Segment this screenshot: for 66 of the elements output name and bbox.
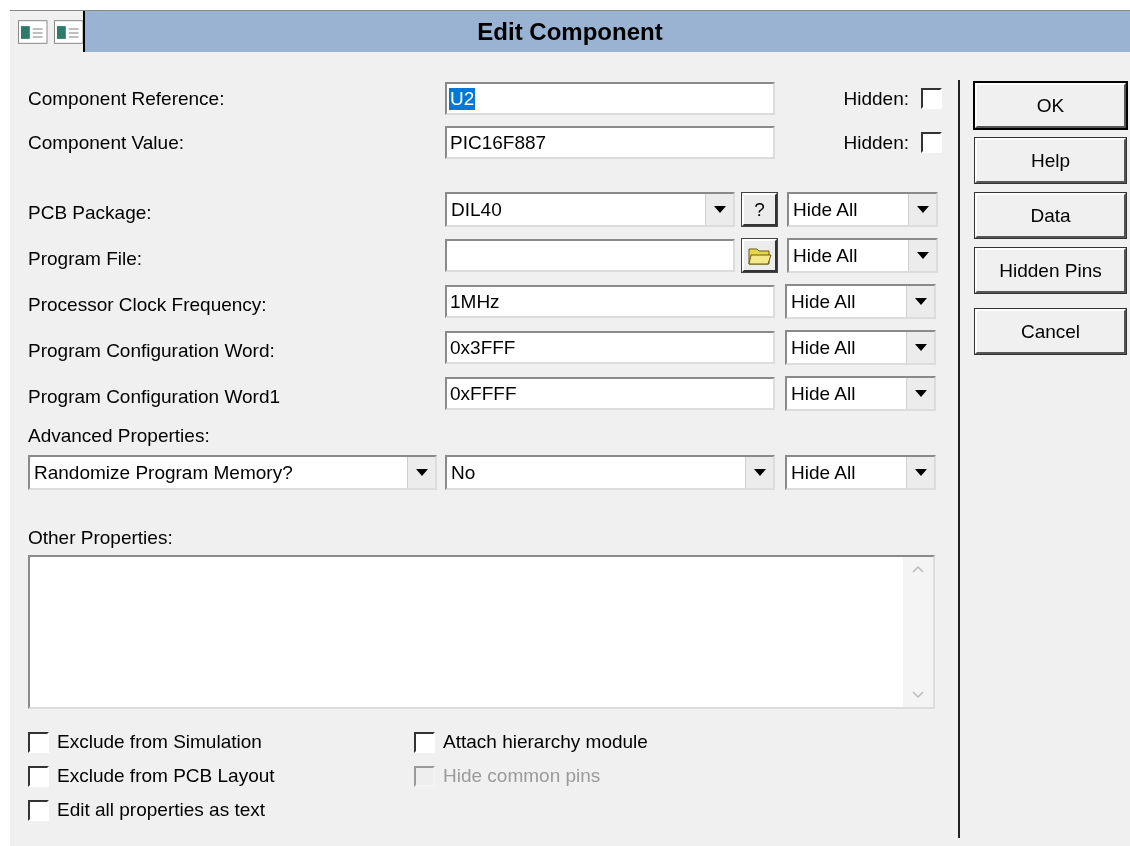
checkbox[interactable] <box>921 88 942 109</box>
dropdown-button[interactable] <box>407 457 435 488</box>
text-field[interactable]: 1MHz <box>445 285 775 318</box>
window-icon[interactable] <box>18 19 48 44</box>
dropdown-button[interactable] <box>906 332 934 363</box>
folder-icon <box>747 245 772 266</box>
checkbox-label: Attach hierarchy module <box>443 731 648 753</box>
caret-icon <box>713 206 726 213</box>
property-dropdown[interactable]: Randomize Program Memory? <box>28 455 437 490</box>
dialog-button[interactable]: OK <box>975 83 1126 128</box>
window-icon[interactable] <box>53 19 83 44</box>
browse-button[interactable] <box>742 239 777 272</box>
caret-icon <box>753 469 766 476</box>
caret-icon <box>916 252 929 259</box>
dialog-button[interactable]: Cancel <box>975 309 1126 354</box>
window-title: Edit Component <box>476 20 664 43</box>
text-field[interactable]: 0xFFFF <box>445 377 775 410</box>
checkbox-label: Edit all properties as text <box>57 799 266 821</box>
caret-icon <box>415 469 428 476</box>
dropdown-button[interactable] <box>906 286 934 317</box>
hidden-label: Hidden: <box>843 131 909 154</box>
visibility-dropdown[interactable]: Hide All <box>787 192 938 227</box>
caret-icon <box>914 298 927 305</box>
caret-icon <box>916 206 929 213</box>
section-label: Advanced Properties: <box>28 425 211 447</box>
hidden-label: Hidden: <box>843 87 909 110</box>
dialog-button[interactable]: Help <box>975 138 1126 183</box>
checkbox[interactable] <box>28 765 49 787</box>
package-dropdown[interactable]: DIL40 <box>445 192 735 227</box>
visibility-dropdown[interactable]: Hide All <box>785 330 936 365</box>
dropdown-button[interactable] <box>906 457 934 488</box>
section-label: Other Properties: <box>28 527 174 549</box>
value-dropdown[interactable]: No <box>445 455 775 490</box>
text-field[interactable]: 0x3FFF <box>445 331 775 364</box>
field-label: Processor Clock Frequency: <box>28 293 268 316</box>
dropdown-button[interactable] <box>906 378 934 409</box>
checkbox[interactable] <box>921 132 942 153</box>
visibility-dropdown[interactable]: Hide All <box>787 238 938 273</box>
field-label: Component Reference: <box>28 87 226 110</box>
caret-icon <box>914 390 927 397</box>
visibility-dropdown[interactable]: Hide All <box>785 284 936 319</box>
text-field[interactable]: PIC16F887 <box>445 126 775 159</box>
field-label: Component Value: <box>28 131 185 154</box>
dropdown-button[interactable] <box>908 194 936 225</box>
caret-icon <box>914 469 927 476</box>
visibility-dropdown[interactable]: Hide All <box>785 376 936 411</box>
caret-icon <box>914 344 927 351</box>
help-button[interactable]: ? <box>742 193 777 226</box>
dialog-button[interactable]: Hidden Pins <box>975 248 1126 293</box>
field-label: Program Configuration Word1 <box>28 385 282 408</box>
dialog-button[interactable]: Data <box>975 193 1126 238</box>
visibility-dropdown[interactable]: Hide All <box>785 455 936 490</box>
text-field[interactable] <box>445 239 735 272</box>
dropdown-button[interactable] <box>705 194 733 225</box>
checkbox[interactable] <box>414 731 435 753</box>
dropdown-button[interactable] <box>908 240 936 271</box>
field-label: Program Configuration Word: <box>28 339 276 362</box>
checkbox[interactable] <box>28 799 49 821</box>
field-label: PCB Package: <box>28 201 153 224</box>
text-field[interactable]: U2 <box>445 82 775 115</box>
checkbox-label: Exclude from PCB Layout <box>57 765 275 787</box>
dropdown-button[interactable] <box>745 457 773 488</box>
checkbox-label: Exclude from Simulation <box>57 731 262 753</box>
checkbox[interactable] <box>28 731 49 753</box>
checkbox-label: Hide common pins <box>443 765 601 787</box>
field-label: Program File: <box>28 247 144 270</box>
